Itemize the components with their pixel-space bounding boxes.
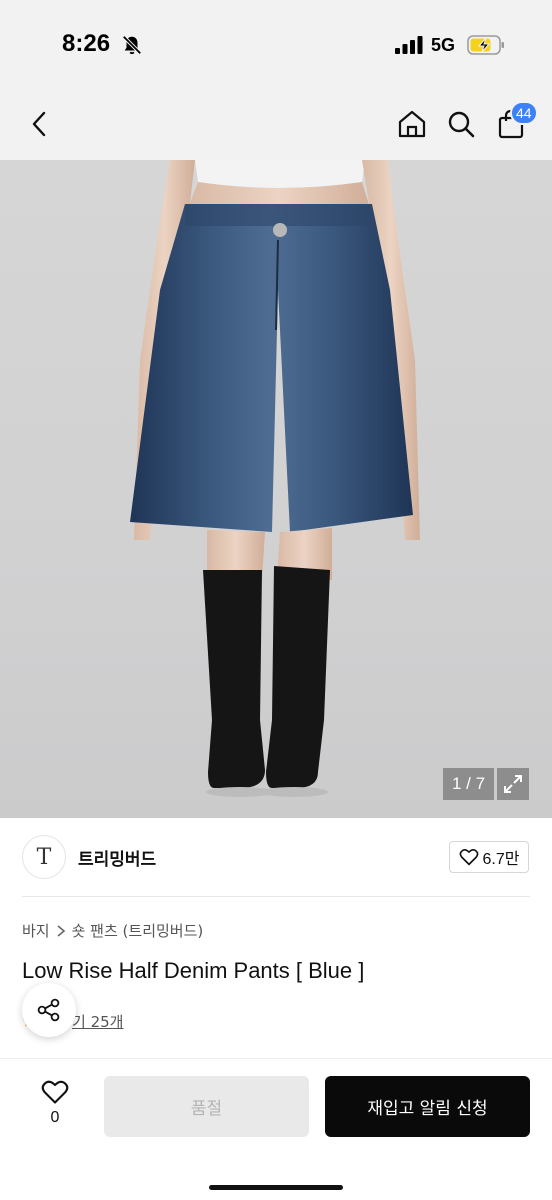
brand-row[interactable]: T 트리밍버드 6.7만 [0, 818, 552, 898]
chevron-right-icon [57, 924, 65, 937]
home-icon [398, 110, 426, 138]
breadcrumb: 바지 숏 팬츠 (트리밍버드) [22, 920, 203, 941]
network-label: 5G [431, 35, 456, 55]
breadcrumb-item-subcategory[interactable]: 숏 팬츠 (트리밍버드) [72, 920, 204, 941]
breadcrumb-item-category[interactable]: 바지 [22, 920, 50, 941]
bottom-action-bar: 0 품절 재입고 알림 신청 [0, 1059, 552, 1200]
page-indicator: 1 / 7 [443, 768, 494, 800]
search-button[interactable] [441, 104, 481, 144]
soldout-button: 품절 [104, 1076, 309, 1137]
battery-charging-icon [467, 35, 504, 55]
chevron-left-icon [32, 111, 46, 137]
wishlist-count: 0 [50, 1109, 60, 1126]
review-count: 기 25개 [72, 1013, 124, 1031]
brand-like-count: 6.7만 [482, 851, 520, 868]
expand-icon [504, 775, 522, 793]
home-indicator [209, 1185, 343, 1190]
nav-bar [0, 90, 552, 160]
product-photo [130, 160, 420, 797]
cart-badge: 44 [510, 101, 538, 125]
share-icon [37, 998, 60, 1022]
back-button[interactable] [20, 104, 60, 144]
divider [22, 896, 530, 897]
heart-icon [459, 849, 478, 866]
expand-button[interactable] [497, 768, 529, 800]
brand-logo[interactable]: T [22, 835, 66, 879]
search-icon [448, 111, 475, 138]
heart-icon [41, 1080, 69, 1104]
brand-like-button[interactable]: 6.7만 [449, 841, 529, 873]
signal-icon [395, 36, 423, 54]
share-button[interactable] [22, 983, 76, 1037]
wishlist-button[interactable]: 0 [32, 1079, 78, 1137]
home-button[interactable] [392, 104, 432, 144]
bell-slash-icon [122, 35, 142, 55]
status-time: 8:26 [62, 30, 111, 57]
restock-alert-button[interactable]: 재입고 알림 신청 [325, 1076, 530, 1137]
status-bar: 8:26 5G [0, 0, 552, 90]
product-image-gallery[interactable] [0, 160, 552, 818]
product-title: Low Rise Half Denim Pants [ Blue ] [22, 958, 365, 983]
brand-name[interactable]: 트리밍버드 [78, 845, 156, 870]
